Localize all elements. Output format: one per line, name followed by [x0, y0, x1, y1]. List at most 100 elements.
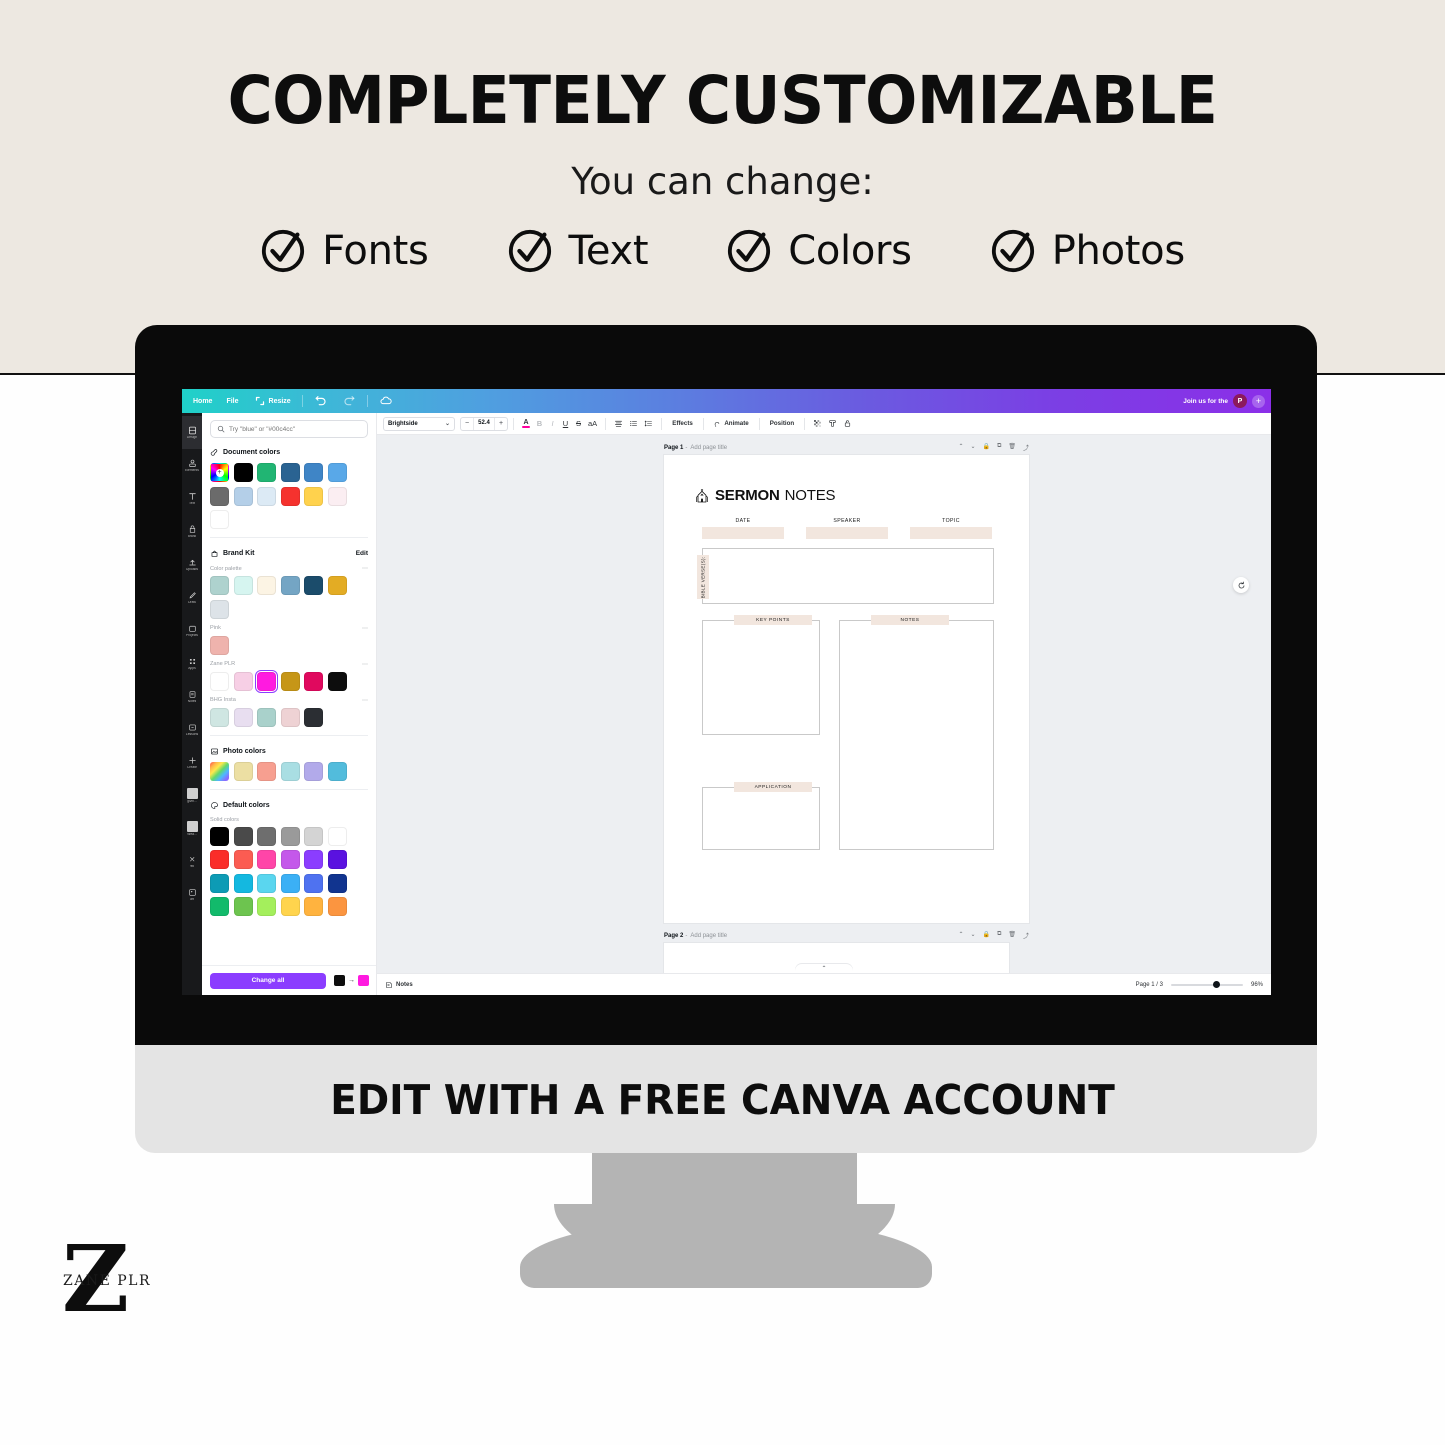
notes-button[interactable]: Notes	[385, 981, 413, 989]
swatch-dark-blue[interactable]	[280, 463, 300, 482]
swatch-gray[interactable]	[210, 486, 229, 506]
add-color-button[interactable]	[210, 463, 229, 482]
bullet-list-button[interactable]	[626, 416, 641, 431]
swatch-green[interactable]	[257, 463, 276, 482]
swatch-magenta-selected[interactable]	[255, 669, 278, 693]
swatch-ice-blue[interactable]	[257, 486, 276, 506]
sidebar-item-weather-thumb[interactable]: Wea...	[182, 812, 202, 845]
section-box-notes[interactable]	[839, 620, 994, 850]
replace-to-color[interactable]	[358, 975, 369, 986]
more-options-icon[interactable]: ⋯	[362, 661, 368, 668]
swatch-amber[interactable]	[304, 897, 323, 916]
page-1-sheet[interactable]: SERMON NOTES DATE SPEAKER TOPIC BIBLE VE…	[664, 455, 1029, 923]
swatch-black[interactable]	[327, 671, 347, 691]
redo-button[interactable]	[335, 394, 363, 408]
swatch-coral[interactable]	[233, 850, 253, 869]
copy-style-button[interactable]	[825, 416, 840, 431]
swatch-white[interactable]	[327, 826, 347, 846]
search-box[interactable]	[210, 420, 368, 438]
lock-icon[interactable]: 🔒	[983, 931, 990, 940]
pages-scroll-region[interactable]: Page 1 - Add page title ⌃ ⌄ 🔒 ⧉ 🗑 ⤴ SERM…	[377, 435, 1271, 973]
bible-verse-box[interactable]: BIBLE VERSE(S):	[697, 548, 994, 604]
zoom-slider-knob[interactable]	[1212, 981, 1220, 988]
swatch-dark-gray[interactable]	[233, 826, 253, 846]
sidebar-item-create[interactable]: Create	[182, 746, 202, 779]
more-options-icon[interactable]: ⋯	[362, 697, 368, 704]
change-all-button[interactable]: Change all	[210, 972, 326, 989]
swatch-purple[interactable]	[304, 850, 323, 869]
section-box-application[interactable]	[702, 787, 820, 850]
swatch-light-pink[interactable]	[233, 671, 253, 691]
swatch-aqua[interactable]	[280, 761, 300, 781]
zoom-slider[interactable]	[1170, 981, 1243, 988]
chevron-up-icon[interactable]: ⌃	[959, 443, 964, 452]
swatch-dusty-pink[interactable]	[280, 707, 300, 727]
page-2-title[interactable]: Add page title	[690, 933, 727, 939]
underline-button[interactable]: U	[559, 416, 572, 431]
swatch-sand[interactable]	[233, 761, 253, 781]
sidebar-item-elements[interactable]: Elements	[182, 449, 202, 482]
sidebar-item-uploads[interactable]: Uploads	[182, 548, 202, 581]
swatch-white[interactable]	[210, 510, 229, 529]
delete-icon[interactable]: 🗑	[1008, 443, 1016, 452]
text-color-button[interactable]: A	[519, 416, 533, 431]
sidebar-item-art[interactable]: art	[182, 878, 202, 911]
transparency-button[interactable]	[810, 416, 825, 431]
swatch-mid-gray[interactable]	[280, 826, 300, 846]
cloud-sync-button[interactable]	[372, 394, 400, 408]
brand-kit-edit-button[interactable]: Edit	[356, 550, 368, 557]
swatch-blush[interactable]	[327, 486, 347, 506]
search-input[interactable]	[229, 425, 361, 433]
swatch-pale-gray[interactable]	[210, 599, 229, 619]
swatch-gold[interactable]	[327, 576, 347, 595]
font-family-select[interactable]: Brightside ⌄	[383, 416, 455, 431]
page-1-title[interactable]: Add page title	[690, 445, 727, 451]
swatch-crimson[interactable]	[304, 671, 323, 691]
swatch-lime[interactable]	[257, 897, 276, 916]
swatch-pink[interactable]	[257, 850, 276, 869]
position-button[interactable]: Position	[765, 420, 799, 427]
swatch-red[interactable]	[280, 486, 300, 506]
swatch-lilac[interactable]	[233, 707, 253, 727]
swatch-orchid[interactable]	[280, 850, 300, 869]
field-input-date[interactable]	[702, 526, 784, 539]
swatch-navy[interactable]	[304, 576, 323, 595]
swatch-mid-blue[interactable]	[304, 463, 323, 482]
swatch-rainbow-photo[interactable]	[210, 761, 229, 781]
menu-home[interactable]: Home	[186, 398, 219, 405]
menu-resize[interactable]: Resize	[246, 394, 298, 408]
zoom-level[interactable]: 96%	[1251, 982, 1263, 988]
chevron-down-icon[interactable]: ⌄	[971, 931, 976, 940]
collapse-timeline-button[interactable]: ⌃	[795, 964, 853, 973]
swatch-navy[interactable]	[327, 873, 347, 893]
add-member-button[interactable]: +	[1252, 394, 1265, 408]
more-options-icon[interactable]: ⋯	[362, 565, 368, 572]
chevron-down-icon[interactable]: ⌄	[971, 443, 976, 452]
bold-button[interactable]: B	[533, 416, 546, 431]
swatch-rose[interactable]	[210, 635, 229, 655]
swatch-azure[interactable]	[280, 873, 300, 893]
swatch-black[interactable]	[233, 463, 253, 482]
italic-button[interactable]: I	[546, 416, 559, 431]
animate-button[interactable]: Animate	[709, 420, 754, 428]
join-promo-text[interactable]: Join us for the	[1183, 398, 1228, 405]
swatch-black[interactable]	[210, 826, 229, 846]
swatch-salmon[interactable]	[257, 761, 276, 781]
swatch-emerald[interactable]	[210, 897, 229, 916]
swatch-sage[interactable]	[210, 576, 229, 595]
section-box-key-points[interactable]	[702, 620, 820, 735]
field-input-speaker[interactable]	[806, 526, 888, 539]
sidebar-item-brand[interactable]: Brand	[182, 515, 202, 548]
font-size-increase[interactable]: +	[495, 418, 507, 430]
swatch-yellow[interactable]	[280, 897, 300, 916]
strikethrough-button[interactable]: S	[572, 416, 585, 431]
swatch-teal[interactable]	[210, 873, 229, 893]
swatch-red[interactable]	[210, 850, 229, 869]
swatch-seafoam[interactable]	[257, 707, 276, 727]
lock-button[interactable]	[840, 416, 855, 431]
swatch-yellow[interactable]	[304, 486, 323, 506]
swatch-steel-blue[interactable]	[280, 576, 300, 595]
field-input-topic[interactable]	[910, 526, 992, 539]
export-icon[interactable]: ⤴	[1023, 443, 1029, 452]
sidebar-item-notes[interactable]: Notes	[182, 680, 202, 713]
